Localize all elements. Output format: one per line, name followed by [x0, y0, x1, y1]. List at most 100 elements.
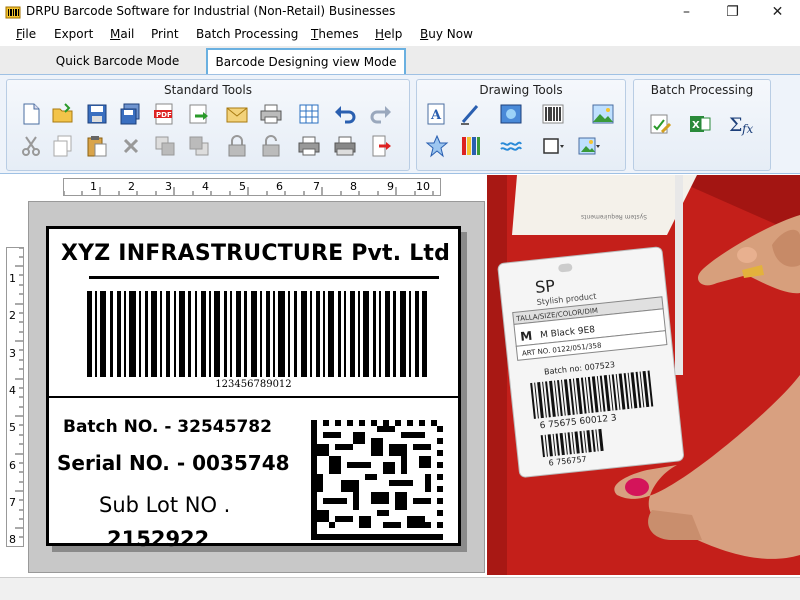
barcode-label[interactable]: XYZ INFRASTRUCTURE Pvt. Ltd 123456789012… [46, 226, 461, 551]
menu-help[interactable]: Help [375, 27, 402, 41]
menu-file[interactable]: File [16, 27, 36, 41]
h-ruler-7: 7 [313, 180, 320, 193]
v-ruler-5: 5 [9, 421, 16, 434]
v-ruler-6: 6 [9, 459, 16, 472]
new-icon[interactable] [19, 102, 43, 126]
v-ruler-8: 8 [9, 533, 16, 546]
menu-batch-processing[interactable]: Batch Processing [196, 27, 298, 41]
v-ruler-7: 7 [9, 496, 16, 509]
label-company-title[interactable]: XYZ INFRASTRUCTURE Pvt. Ltd [61, 241, 450, 266]
send-back-icon[interactable] [187, 134, 211, 158]
h-ruler-10: 10 [416, 180, 430, 193]
v-ruler-4: 4 [9, 384, 16, 397]
menu-mail[interactable]: Mail [110, 27, 134, 41]
menu-export[interactable]: Export [54, 27, 93, 41]
tab-quick-barcode-mode[interactable]: Quick Barcode Mode [50, 48, 185, 74]
watermark-tool-icon[interactable] [499, 134, 523, 158]
tag-brand: SP [534, 276, 556, 297]
maximize-button[interactable]: ❐ [710, 0, 755, 24]
line-tool-icon[interactable] [459, 102, 483, 126]
sub-lot-label-text[interactable]: Sub Lot NO . [99, 493, 230, 517]
menu-themes[interactable]: Themes [311, 27, 359, 41]
svg-text:PDF: PDF [156, 111, 172, 119]
lock-icon[interactable] [225, 134, 249, 158]
h-ruler-8: 8 [350, 180, 357, 193]
menu-print[interactable]: Print [151, 27, 179, 41]
print-setup-icon[interactable] [333, 134, 357, 158]
batch-processing-title: Batch Processing [650, 83, 754, 97]
batch-edit-icon[interactable] [648, 112, 672, 136]
export-image-icon[interactable] [187, 102, 211, 126]
undo-icon[interactable] [333, 102, 357, 126]
svg-text:fx: fx [741, 122, 753, 136]
design-workspace: 1 2 3 4 5 6 7 8 9 10 1 2 3 4 5 6 7 8 XYZ… [0, 175, 800, 575]
paste-icon[interactable] [85, 134, 109, 158]
v-ruler-1: 1 [9, 272, 16, 285]
vertical-ruler: 1 2 3 4 5 6 7 8 [6, 247, 24, 547]
h-ruler-6: 6 [276, 180, 283, 193]
svg-text:Σ: Σ [729, 114, 742, 136]
picture-library-icon[interactable] [591, 102, 615, 126]
v-ruler-2: 2 [9, 309, 16, 322]
h-ruler-2: 2 [128, 180, 135, 193]
formula-icon[interactable]: Σfx [728, 112, 758, 136]
serial-number-text[interactable]: Serial NO. - 0035748 [57, 451, 290, 475]
open-icon[interactable] [51, 102, 75, 126]
image-tool-icon[interactable] [499, 102, 523, 126]
shape-tool-icon[interactable] [425, 134, 449, 158]
print-icon[interactable] [259, 102, 283, 126]
svg-text:M: M [520, 329, 533, 344]
mode-tabs: Quick Barcode Mode Barcode Designing vie… [0, 46, 800, 76]
horizontal-ruler: 1 2 3 4 5 6 7 8 9 10 [63, 178, 441, 196]
status-bar [0, 577, 800, 600]
app-icon [5, 4, 21, 20]
redo-icon[interactable] [369, 102, 393, 126]
rectangle-tool-icon[interactable] [541, 134, 565, 158]
ribbon-toolbar: Standard Tools PDF Drawing Tools A Batch… [0, 74, 800, 174]
svg-text:X: X [692, 120, 700, 131]
barcode-tool-icon[interactable] [541, 102, 565, 126]
save-icon[interactable] [85, 102, 109, 126]
bring-front-icon[interactable] [153, 134, 177, 158]
text-tool-icon[interactable]: A [425, 102, 449, 126]
svg-text:A: A [430, 108, 442, 123]
grid-icon[interactable] [297, 102, 321, 126]
mail-icon[interactable] [225, 102, 249, 126]
label-separator-line[interactable] [49, 396, 458, 398]
menu-buy-now[interactable]: Buy Now [420, 27, 473, 41]
h-ruler-3: 3 [165, 180, 172, 193]
drawing-tools-group: Drawing Tools A [416, 79, 626, 171]
label-title-underline[interactable] [89, 276, 439, 279]
standard-tools-title: Standard Tools [164, 83, 252, 97]
fill-color-icon[interactable] [577, 134, 601, 158]
batch-excel-icon[interactable]: X [688, 112, 712, 136]
svg-text:System Requirements: System Requirements [581, 213, 647, 220]
sub-lot-number-text[interactable]: 2152922 [107, 527, 209, 551]
tab-barcode-designing-view-mode[interactable]: Barcode Designing view Mode [206, 48, 406, 74]
cut-icon[interactable] [19, 134, 43, 158]
book-tool-icon[interactable] [459, 134, 483, 158]
title-bar: DRPU Barcode Software for Industrial (No… [0, 0, 800, 24]
h-ruler-9: 9 [387, 180, 394, 193]
unlock-icon[interactable] [259, 134, 283, 158]
minimize-button[interactable]: – [664, 0, 709, 24]
batch-number-text[interactable]: Batch NO. - 32545782 [63, 417, 272, 437]
batch-processing-group: Batch Processing X Σfx [633, 79, 771, 171]
barcode-number[interactable]: 123456789012 [49, 379, 458, 390]
exit-icon[interactable] [369, 134, 393, 158]
h-ruler-5: 5 [239, 180, 246, 193]
copy-icon[interactable] [51, 134, 75, 158]
window-title: DRPU Barcode Software for Industrial (No… [26, 4, 396, 18]
drawing-tools-title: Drawing Tools [479, 83, 563, 97]
save-as-icon[interactable] [119, 102, 143, 126]
h-ruler-4: 4 [202, 180, 209, 193]
linear-barcode[interactable] [87, 291, 427, 377]
export-pdf-icon[interactable]: PDF [153, 102, 177, 126]
delete-icon[interactable] [119, 134, 143, 158]
datamatrix-barcode[interactable] [311, 419, 443, 541]
h-ruler-1: 1 [90, 180, 97, 193]
close-button[interactable]: ✕ [755, 0, 800, 24]
v-ruler-3: 3 [9, 347, 16, 360]
sample-photo: System Requirements SP Stylish product T… [487, 175, 800, 575]
print-preview-icon[interactable] [297, 134, 321, 158]
